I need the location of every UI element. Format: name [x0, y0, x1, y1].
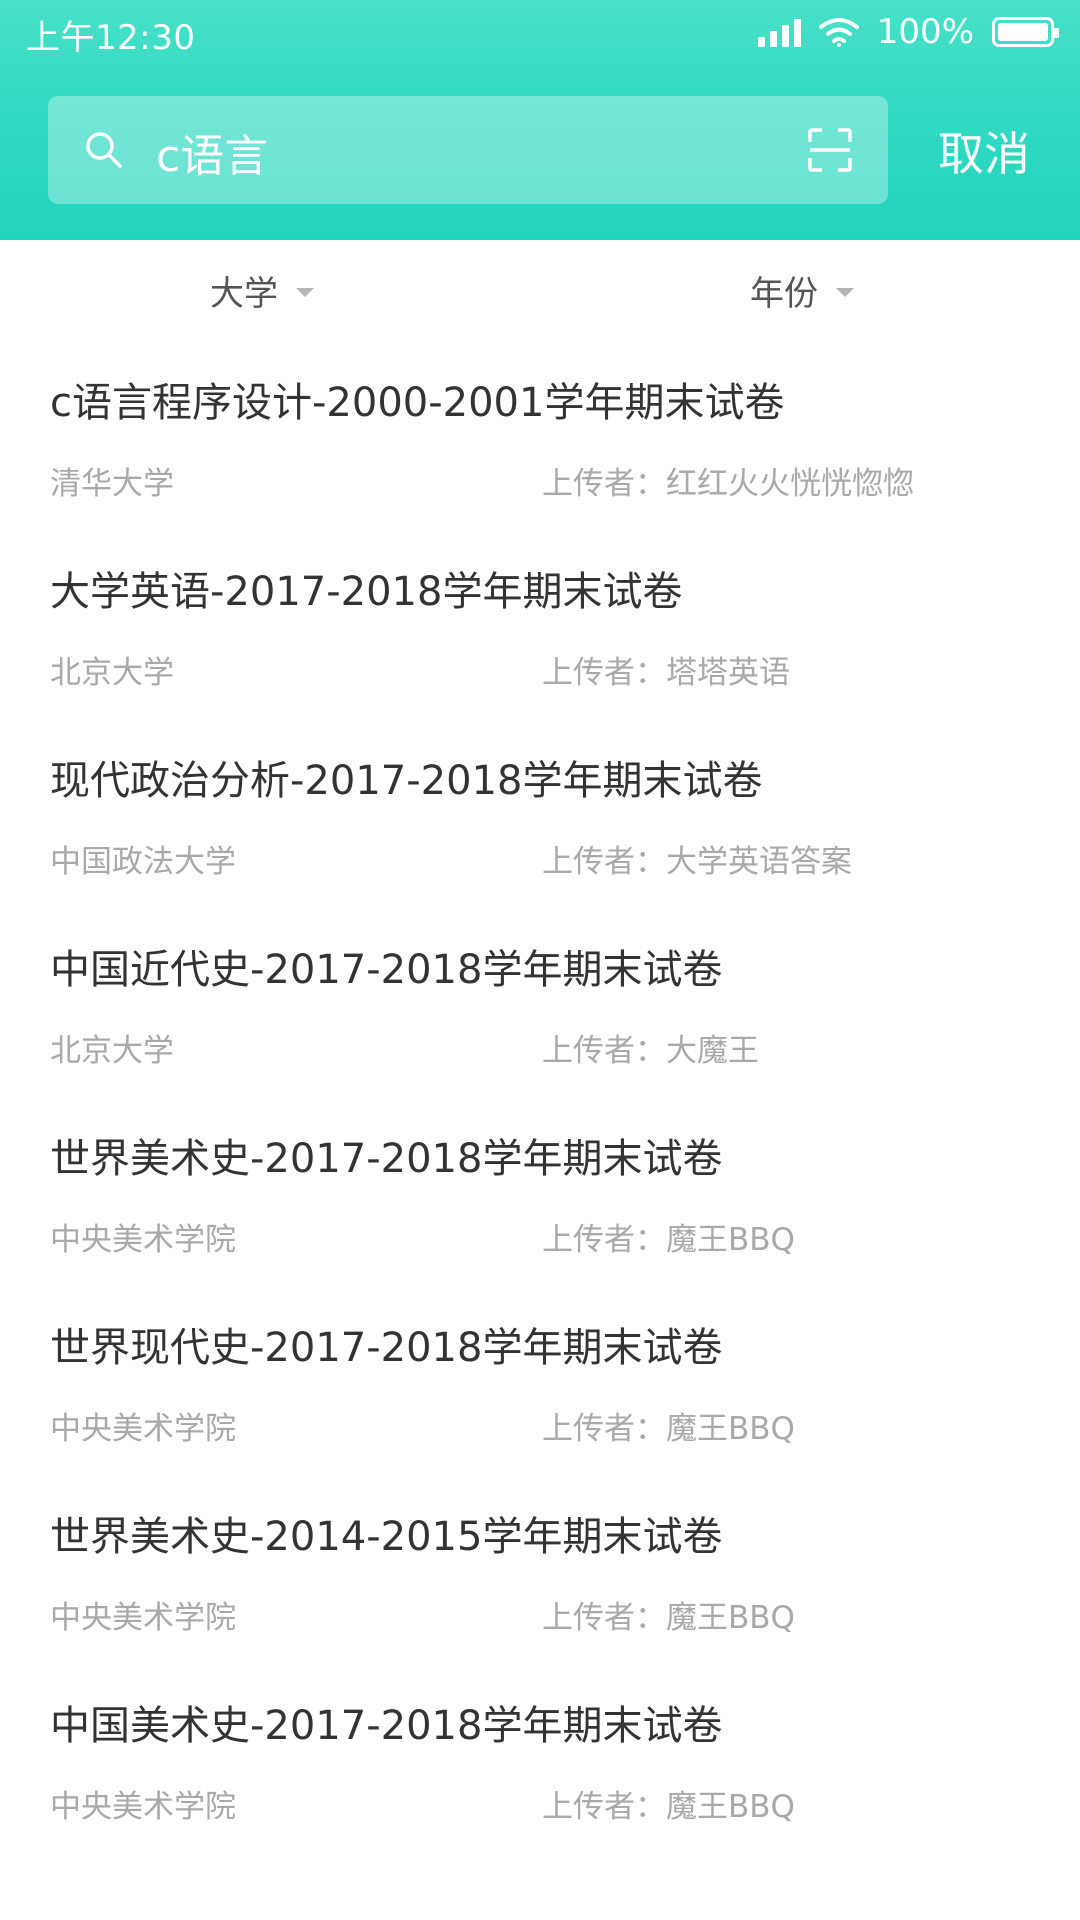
item-title: c语言程序设计-2000-2001学年期末试卷 — [50, 380, 785, 426]
university-filter[interactable]: 大学 — [210, 266, 314, 315]
item-school: 中央美术学院 — [50, 1411, 236, 1447]
search-icon — [86, 132, 122, 168]
item-uploader: 上传者：魔王BBQ — [542, 1411, 795, 1447]
list-item[interactable]: 世界美术史-2017-2018学年期末试卷 中央美术学院 上传者：魔王BBQ — [0, 1096, 1080, 1285]
item-uploader: 上传者：塔塔英语 — [542, 655, 790, 691]
item-uploader: 上传者：红红火火恍恍惚惚 — [542, 466, 914, 502]
item-title: 中国美术史-2017-2018学年期末试卷 — [50, 1703, 723, 1749]
list-item[interactable]: 现代政治分析-2017-2018学年期末试卷 中国政法大学 上传者：大学英语答案 — [0, 718, 1080, 907]
item-title: 世界美术史-2017-2018学年期末试卷 — [50, 1136, 723, 1182]
scan-icon[interactable] — [806, 126, 854, 174]
list-item[interactable]: 大学英语-2017-2018学年期末试卷 北京大学 上传者：塔塔英语 — [0, 529, 1080, 718]
caret-down-icon — [836, 288, 854, 297]
university-filter-label: 大学 — [210, 274, 278, 314]
caret-down-icon — [296, 288, 314, 297]
list-item[interactable]: 世界美术史-2014-2015学年期末试卷 中央美术学院 上传者：魔王BBQ — [0, 1474, 1080, 1663]
item-title: 现代政治分析-2017-2018学年期末试卷 — [50, 758, 763, 804]
status-bar: 上午12:30 100% — [0, 0, 1080, 62]
filter-bar: 大学 年份 — [0, 240, 1080, 340]
result-list: c语言程序设计-2000-2001学年期末试卷 清华大学 上传者：红红火火恍恍惚… — [0, 340, 1080, 1852]
search-query[interactable]: c语言 — [156, 120, 268, 184]
item-title: 中国近代史-2017-2018学年期末试卷 — [50, 947, 723, 993]
item-school: 中国政法大学 — [50, 844, 236, 880]
item-school: 中央美术学院 — [50, 1222, 236, 1258]
item-school: 清华大学 — [50, 466, 174, 502]
year-filter[interactable]: 年份 — [750, 266, 854, 315]
list-item[interactable]: 中国美术史-2017-2018学年期末试卷 中央美术学院 上传者：魔王BBQ — [0, 1663, 1080, 1852]
status-time: 上午12:30 — [26, 18, 196, 58]
header: 上午12:30 100% c语言 取消 — [0, 0, 1080, 240]
item-uploader: 上传者：魔王BBQ — [542, 1600, 795, 1636]
item-title: 世界美术史-2014-2015学年期末试卷 — [50, 1514, 723, 1560]
item-school: 北京大学 — [50, 655, 174, 691]
list-item[interactable]: c语言程序设计-2000-2001学年期末试卷 清华大学 上传者：红红火火恍恍惚… — [0, 340, 1080, 529]
list-item[interactable]: 世界现代史-2017-2018学年期末试卷 中央美术学院 上传者：魔王BBQ — [0, 1285, 1080, 1474]
status-indicators: 100% — [757, 12, 1059, 52]
item-uploader: 上传者：大魔王 — [542, 1033, 759, 1069]
item-title: 大学英语-2017-2018学年期末试卷 — [50, 569, 683, 615]
search-input[interactable]: c语言 — [48, 96, 888, 204]
item-uploader: 上传者：大学英语答案 — [542, 844, 852, 880]
year-filter-label: 年份 — [750, 274, 818, 314]
battery-percent: 100% — [876, 12, 974, 52]
cancel-button[interactable]: 取消 — [938, 118, 1030, 184]
wifi-icon — [818, 18, 859, 47]
item-title: 世界现代史-2017-2018学年期末试卷 — [50, 1325, 723, 1371]
item-uploader: 上传者：魔王BBQ — [542, 1222, 795, 1258]
item-school: 中央美术学院 — [50, 1789, 236, 1825]
item-school: 中央美术学院 — [50, 1600, 236, 1636]
signal-icon — [757, 17, 801, 47]
list-item[interactable]: 中国近代史-2017-2018学年期末试卷 北京大学 上传者：大魔王 — [0, 907, 1080, 1096]
battery-icon — [992, 17, 1059, 47]
item-uploader: 上传者：魔王BBQ — [542, 1789, 795, 1825]
item-school: 北京大学 — [50, 1033, 174, 1069]
